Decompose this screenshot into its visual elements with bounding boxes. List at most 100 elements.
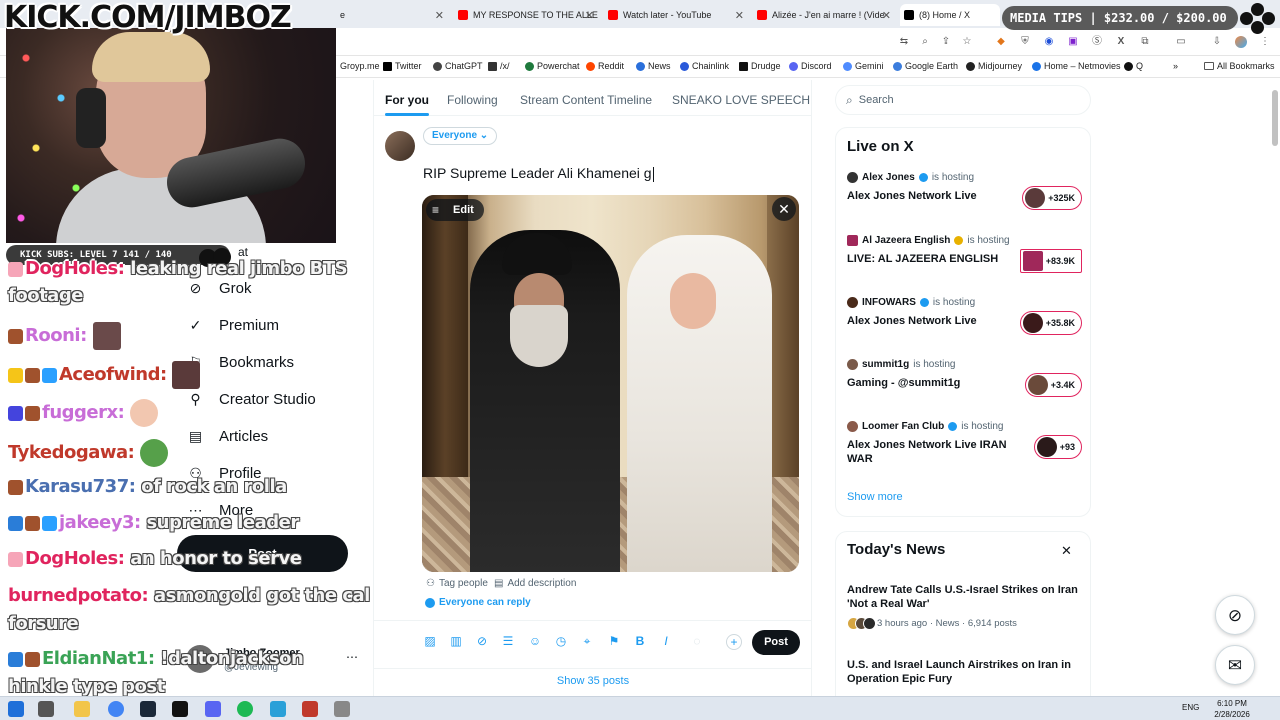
menu-icon[interactable]: ⋮ [1259, 36, 1271, 48]
nav-item-creator-studio[interactable]: ⚲ Creator Studio [188, 391, 315, 408]
metamask-icon[interactable]: ◆ [995, 36, 1007, 48]
start-icon[interactable] [8, 701, 24, 717]
extension-icon[interactable]: ▣ [1067, 36, 1079, 48]
nav-item-premium[interactable]: ✓ Premium [188, 317, 279, 334]
tab-for-you[interactable]: For you [385, 93, 429, 116]
extension-icon[interactable]: ◉ [1043, 36, 1055, 48]
more-bookmarks-button[interactable]: » [1173, 61, 1178, 71]
app-icon[interactable] [302, 701, 318, 717]
zoom-icon[interactable]: ⌕ [919, 36, 931, 48]
tab-following[interactable]: Following [447, 93, 498, 107]
listener-count-badge[interactable]: +93 [1033, 435, 1082, 459]
bookmark[interactable]: Chainlink [680, 61, 729, 71]
all-bookmarks[interactable]: All Bookmarks [1204, 61, 1275, 71]
nav-item-articles[interactable]: ▤ Articles [188, 428, 268, 445]
close-tab-icon[interactable]: ✕ [435, 9, 444, 22]
bookmark[interactable]: Powerchat [525, 61, 580, 71]
news-item[interactable]: U.S. and Israel Launch Airstrikes on Ira… [847, 658, 1083, 686]
bold-icon[interactable]: B [633, 634, 647, 648]
file-explorer-icon[interactable] [74, 701, 90, 717]
bookmark[interactable]: Q [1124, 61, 1143, 71]
add-description-button[interactable]: ▤ Add description [494, 578, 576, 589]
listener-count-badge[interactable]: +35.8K [1019, 311, 1082, 335]
tab-sneako-love-speech[interactable]: SNEAKO LOVE SPEECH [672, 93, 810, 107]
tab-stream-content-timeline[interactable]: Stream Content Timeline [520, 93, 652, 107]
scrollbar-thumb[interactable] [1272, 90, 1278, 146]
image-icon[interactable]: ▨ [423, 634, 437, 648]
location-icon[interactable]: ⌖ [580, 634, 594, 648]
nav-item-grok[interactable]: ⊘ Grok [188, 280, 252, 297]
news-item[interactable]: Andrew Tate Calls U.S.-Israel Strikes on… [847, 583, 1083, 630]
avatar[interactable] [385, 131, 415, 161]
live-item[interactable]: summit1g is hosting Gaming - @summit1g +… [847, 359, 1082, 397]
live-item[interactable]: INFOWARS is hosting Alex Jones Network L… [847, 297, 1082, 335]
flag-icon[interactable]: ⚑ [607, 634, 621, 648]
add-post-icon[interactable]: + [726, 634, 742, 650]
bookmark[interactable]: News [636, 61, 671, 71]
edit-media-button[interactable]: ≡ Edit [426, 199, 484, 221]
language-indicator[interactable]: ENG [1182, 703, 1199, 712]
browser-tab[interactable]: MY RESPONSE TO THE ALLE ✕ [458, 4, 598, 26]
close-tab-icon[interactable]: ✕ [882, 9, 891, 22]
attached-image[interactable] [422, 195, 799, 572]
clock[interactable]: 6:10 PM 2/28/2026 [1206, 698, 1258, 720]
chrome-icon[interactable] [108, 701, 124, 717]
bookmark[interactable]: Google Earth [893, 61, 958, 71]
nav-item-bookmarks[interactable]: ⚐Bookmarks [188, 354, 294, 371]
browser-tab[interactable]: Alizée - J'en ai marre ! (Vide ✕ [757, 4, 895, 26]
puzzle-icon[interactable]: ⧉ [1139, 36, 1151, 48]
italic-icon[interactable]: I [659, 634, 673, 648]
app-icon[interactable] [172, 701, 188, 717]
bookmark[interactable]: Reddit [586, 61, 624, 71]
emoji-icon[interactable]: ☺ [528, 634, 542, 648]
compose-textarea[interactable]: RIP Supreme Leader Ali Khamenei g [423, 165, 654, 182]
bookmark[interactable]: ChatGPT [433, 61, 483, 71]
sidebar-icon[interactable]: ▭ [1175, 36, 1187, 48]
bookmark[interactable]: Twitter [383, 61, 422, 71]
remove-media-button[interactable]: ✕ [772, 197, 796, 221]
show-more-link[interactable]: Show more [847, 491, 903, 503]
app-icon[interactable] [334, 701, 350, 717]
messages-button[interactable]: ✉ [1215, 645, 1255, 685]
live-item[interactable]: Alex Jones is hosting Alex Jones Network… [847, 172, 1082, 210]
discord-icon[interactable] [205, 701, 221, 717]
scrollbar[interactable] [1272, 80, 1278, 690]
show-new-posts-button[interactable]: Show 35 posts [374, 668, 812, 696]
browser-tab[interactable]: e ✕ [340, 4, 448, 26]
spotify-icon[interactable] [237, 701, 253, 717]
grok-icon[interactable]: ⊘ [475, 634, 489, 648]
share-icon[interactable]: ⇪ [940, 36, 952, 48]
post-button[interactable]: Post [752, 630, 800, 655]
star-icon[interactable]: ☆ [961, 36, 973, 48]
shield-icon[interactable]: ⛨ [1019, 36, 1031, 48]
reply-setting-button[interactable]: Everyone can reply [425, 597, 531, 608]
close-tab-icon[interactable]: ✕ [735, 9, 744, 22]
grok-button[interactable]: ⊘ [1215, 595, 1255, 635]
bookmark[interactable]: Discord [789, 61, 832, 71]
live-item[interactable]: Al Jazeera English is hosting LIVE: AL J… [847, 235, 1082, 273]
translate-icon[interactable]: ⇆ [898, 36, 910, 48]
listener-count-badge[interactable]: +325K [1022, 186, 1082, 210]
tag-people-button[interactable]: ⚇ Tag people [426, 578, 488, 589]
listener-count-badge[interactable]: +3.4K [1024, 373, 1082, 397]
steam-icon[interactable] [140, 701, 156, 717]
x-extension-icon[interactable]: X [1115, 36, 1127, 48]
bookmark[interactable]: Midjourney [966, 61, 1022, 71]
bookmark[interactable]: Drudge [739, 61, 781, 71]
bookmark[interactable]: Gemini [843, 61, 884, 71]
close-tab-icon[interactable]: ✕ [585, 9, 594, 22]
listener-count-badge[interactable]: +83.9K [1019, 249, 1082, 273]
download-icon[interactable]: ⇩ [1211, 36, 1223, 48]
nav-item[interactable]: at [238, 245, 248, 259]
bookmark[interactable]: Groyp.me [340, 61, 380, 71]
browser-tab[interactable]: Watch later - YouTube ✕ [608, 4, 748, 26]
close-icon[interactable]: ✕ [1061, 543, 1072, 559]
poll-icon[interactable]: ☰ [501, 634, 515, 648]
gif-icon[interactable]: ▥ [449, 634, 463, 648]
audience-selector[interactable]: Everyone ⌄ [423, 127, 498, 145]
live-item[interactable]: Loomer Fan Club is hosting Alex Jones Ne… [847, 421, 1082, 466]
bookmark[interactable]: /x/ [488, 61, 510, 71]
telegram-icon[interactable] [270, 701, 286, 717]
schedule-icon[interactable]: ◷ [554, 634, 568, 648]
extension-icon[interactable]: Ⓢ [1091, 36, 1103, 48]
